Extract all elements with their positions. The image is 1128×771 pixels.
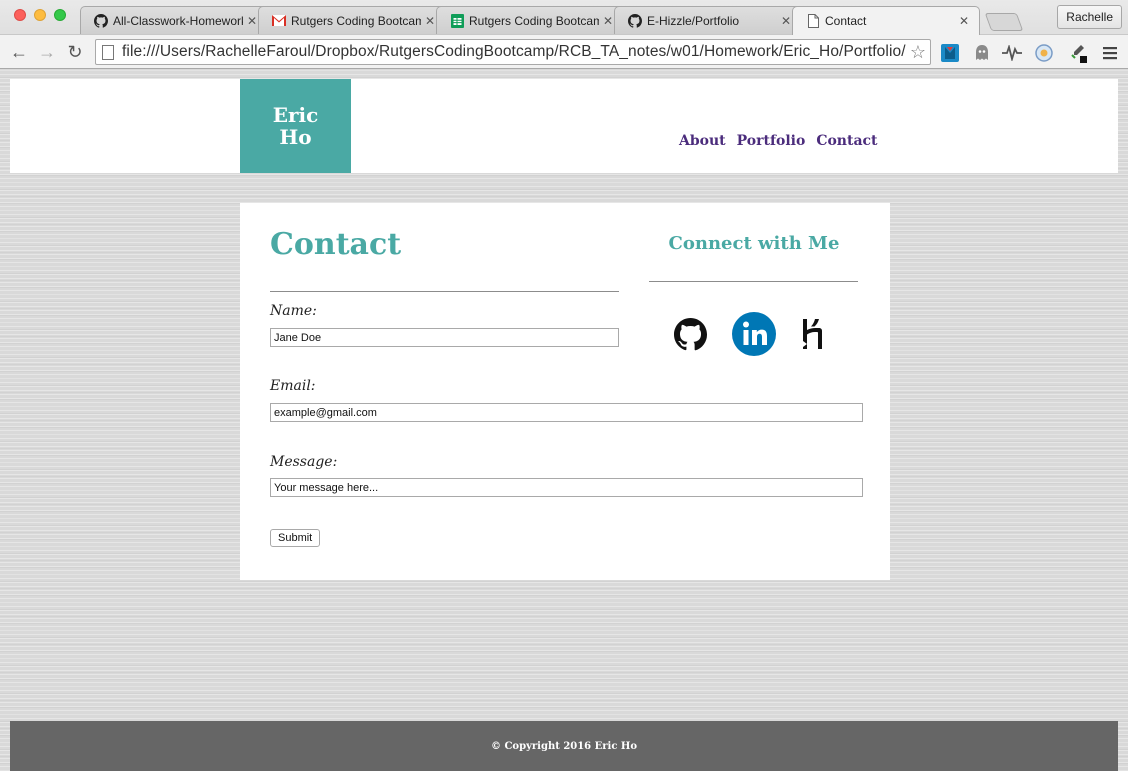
github-icon	[93, 13, 109, 29]
social-links	[674, 311, 825, 357]
minimize-window-button[interactable]	[34, 9, 46, 21]
close-icon[interactable]: ✕	[781, 14, 791, 28]
tab-strip: All-Classwork-Homework ✕ Rutgers Coding …	[80, 6, 1024, 35]
toolbar: ← → ↻ file:///Users/RachelleFaroul/Dropb…	[0, 34, 1128, 68]
tab-title: E-Hizzle/Portfolio	[647, 13, 740, 28]
email-label: Email:	[270, 378, 316, 394]
nav-about[interactable]: About	[679, 133, 726, 149]
logo-line-last: Ho	[279, 125, 312, 149]
trello-extension-icon[interactable]	[940, 43, 960, 63]
forward-arrow-icon[interactable]: →	[36, 41, 58, 63]
submit-button[interactable]: Submit	[270, 529, 321, 547]
page-viewport: Eric Ho About Portfolio Contact Contact …	[0, 69, 1128, 771]
address-bar[interactable]: file:///Users/RachelleFaroul/Dropbox/Rut…	[95, 39, 931, 65]
name-label: Name:	[270, 303, 317, 319]
gmail-icon	[271, 13, 287, 29]
message-label: Message:	[270, 454, 338, 470]
tab-title: All-Classwork-Homework	[113, 13, 243, 28]
name-input[interactable]	[270, 328, 619, 347]
new-tab-button[interactable]	[984, 13, 1024, 31]
tab-contact[interactable]: Contact ✕	[792, 6, 980, 35]
close-icon[interactable]: ✕	[247, 14, 257, 28]
menu-icon[interactable]	[1100, 43, 1120, 63]
close-icon[interactable]: ✕	[959, 14, 969, 28]
message-input[interactable]	[270, 478, 863, 497]
page-icon	[805, 13, 821, 29]
back-arrow-icon[interactable]: ←	[8, 41, 30, 63]
ghostery-icon[interactable]	[972, 43, 992, 63]
tab-sheets[interactable]: Rutgers Coding Bootcamp ✕	[436, 6, 624, 34]
copyright-text: © Copyright 2016 Eric Ho	[490, 740, 638, 752]
page-title: Contact	[270, 227, 402, 262]
tab-gmail[interactable]: Rutgers Coding Bootcamp ✕	[258, 6, 446, 34]
github-icon	[627, 13, 643, 29]
github-icon[interactable]	[674, 317, 707, 351]
email-input[interactable]	[270, 403, 863, 422]
bookmark-star-icon[interactable]: ☆	[910, 42, 926, 63]
contact-card: Contact Connect with Me Name: Jane Doe E…	[240, 203, 890, 580]
site-footer: © Copyright 2016 Eric Ho	[10, 721, 1118, 771]
browser-chrome: All-Classwork-Homework ✕ Rutgers Coding …	[0, 0, 1128, 69]
pulse-extension-icon[interactable]	[1002, 43, 1022, 63]
site-logo[interactable]: Eric Ho	[240, 79, 351, 173]
nav-contact[interactable]: Contact	[816, 133, 877, 149]
heroku-icon[interactable]	[801, 317, 825, 351]
nav-portfolio[interactable]: Portfolio	[737, 133, 806, 149]
tab-classwork[interactable]: All-Classwork-Homework ✕	[80, 6, 268, 34]
tab-portfolio-repo[interactable]: E-Hizzle/Portfolio ✕	[614, 6, 802, 34]
close-window-button[interactable]	[14, 9, 26, 21]
zoom-window-button[interactable]	[54, 9, 66, 21]
linkedin-icon[interactable]	[731, 311, 777, 357]
tab-title: Rutgers Coding Bootcamp	[469, 13, 599, 28]
close-icon[interactable]: ✕	[603, 14, 613, 28]
tab-title: Contact	[825, 14, 867, 28]
page-icon	[102, 44, 114, 60]
profile-button[interactable]: Rachelle	[1057, 5, 1122, 29]
close-icon[interactable]: ✕	[425, 14, 435, 28]
tab-title: Rutgers Coding Bootcamp	[291, 13, 421, 28]
divider	[649, 281, 858, 282]
url-text[interactable]: file:///Users/RachelleFaroul/Dropbox/Rut…	[122, 43, 906, 61]
globe-extension-icon[interactable]	[1034, 43, 1054, 63]
window-controls	[14, 9, 66, 21]
site-header: Eric Ho About Portfolio Contact	[10, 79, 1118, 173]
sheets-icon	[449, 13, 465, 29]
divider	[270, 291, 619, 292]
reload-icon[interactable]: ↻	[64, 41, 86, 63]
logo-line-first: Eric	[272, 103, 319, 127]
connect-heading: Connect with Me	[668, 233, 840, 254]
eyedropper-extension-icon[interactable]	[1068, 43, 1088, 63]
main-nav: About Portfolio Contact	[679, 133, 878, 149]
